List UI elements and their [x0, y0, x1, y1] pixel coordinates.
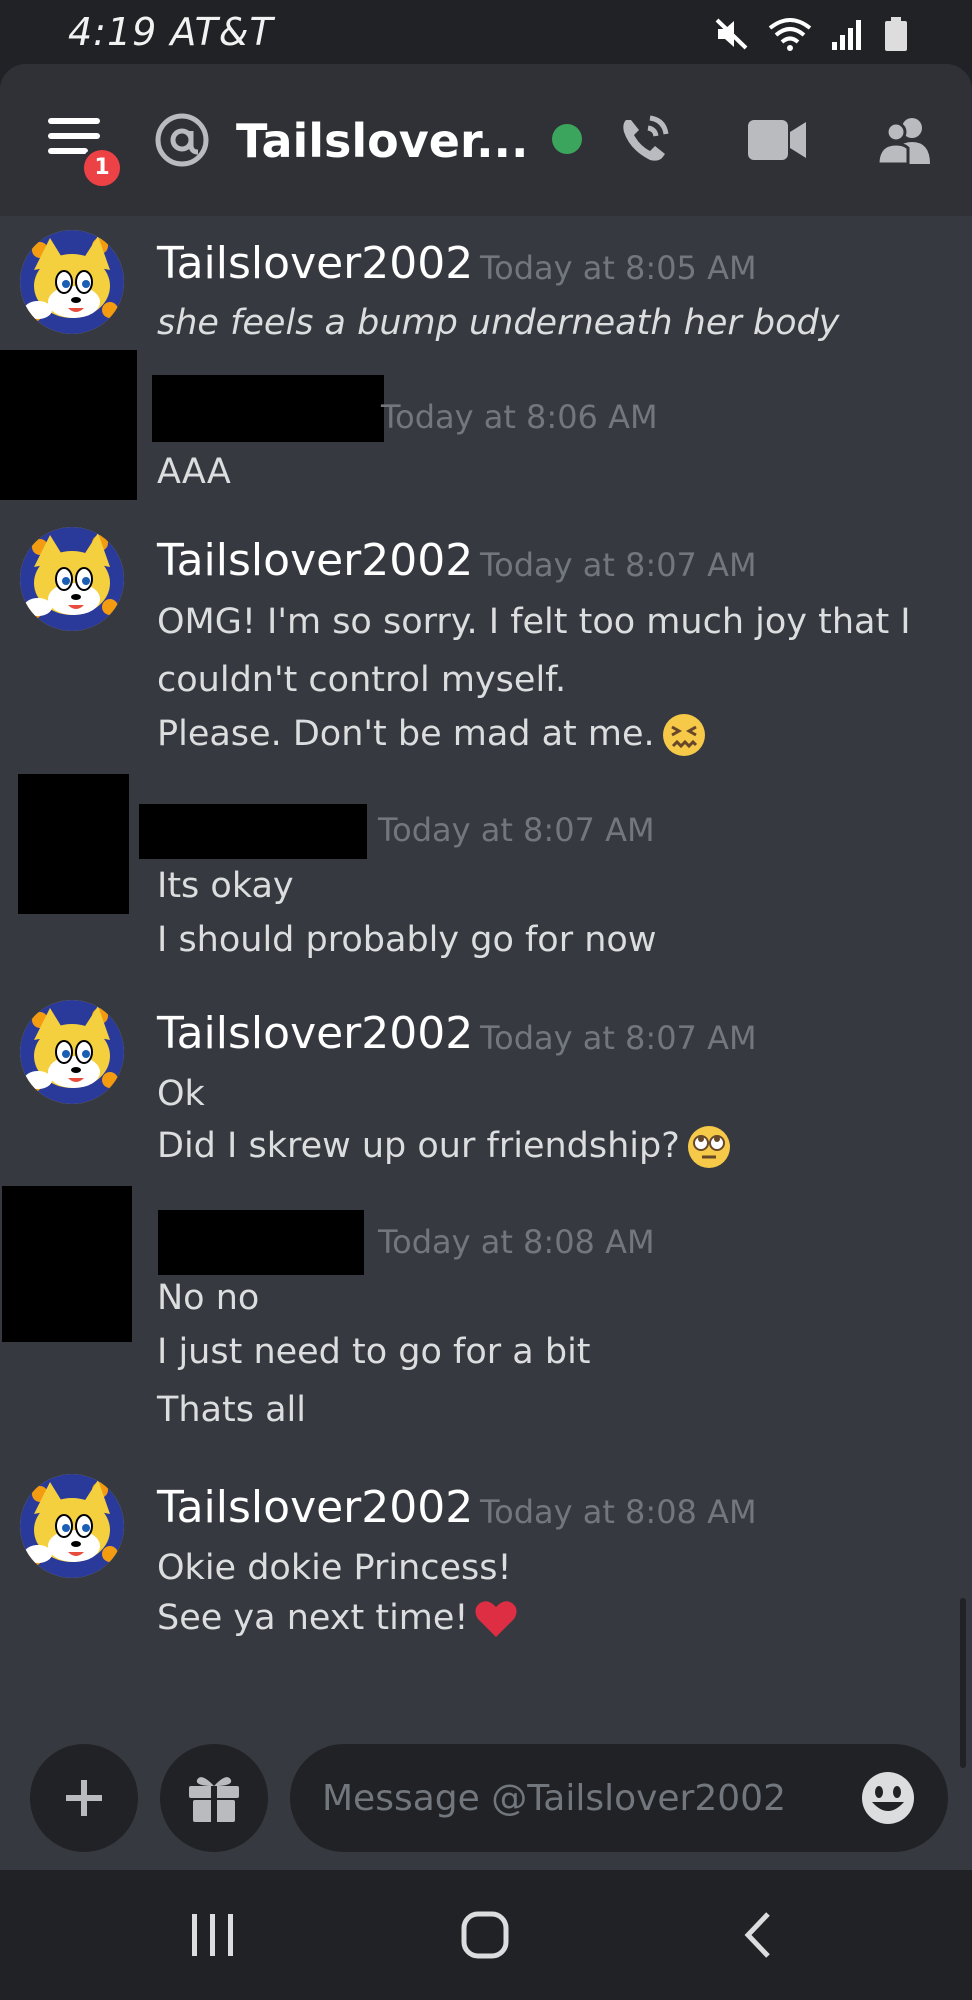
message-text: AAA — [157, 452, 231, 492]
message-text: Did I skrew up our friendship? — [157, 1124, 732, 1170]
phone-call-icon[interactable] — [618, 110, 674, 166]
rolling-eyes-emoji-icon — [687, 1126, 730, 1168]
redacted-avatar — [2, 1186, 132, 1342]
video-call-icon[interactable] — [748, 118, 808, 162]
message-timestamp: Today at 8:07 AM — [378, 811, 655, 849]
status-time: 4:19 AT&T — [68, 10, 274, 54]
dm-screen: 1 Tailslover... Tailslover2002 Today at … — [0, 64, 972, 1870]
message-author[interactable]: Tailslover2002 — [157, 238, 473, 289]
message-text: she feels a bump underneath her body — [157, 303, 840, 343]
mute-icon — [715, 18, 748, 50]
redacted-author — [139, 804, 367, 859]
message-author[interactable]: Tailslover2002 — [157, 1008, 473, 1059]
system-nav-bar — [0, 1870, 972, 2000]
fox-avatar-icon — [20, 527, 124, 631]
confounded-face-emoji-icon — [662, 714, 705, 756]
fox-avatar-icon — [20, 230, 124, 334]
gift-icon — [189, 1777, 239, 1822]
message-text: Its okay — [157, 866, 294, 906]
message-text: I should probably go for now — [157, 920, 657, 960]
avatar[interactable] — [20, 1000, 124, 1104]
redacted-avatar — [0, 350, 137, 500]
message-timestamp: Today at 8:07 AM — [480, 546, 757, 584]
channel-title[interactable]: Tailslover... — [236, 114, 529, 168]
avatar[interactable] — [20, 527, 124, 631]
notification-badge: 1 — [80, 146, 124, 190]
message-timestamp: Today at 8:07 AM — [480, 1019, 757, 1057]
red-heart-emoji-icon — [475, 1601, 518, 1637]
message-timestamp: Today at 8:08 AM — [480, 1493, 757, 1531]
message-timestamp: Today at 8:08 AM — [378, 1223, 655, 1261]
message-text: I just need to go for a bit — [157, 1332, 591, 1372]
message-timestamp: Today at 8:06 AM — [381, 398, 658, 436]
emoji-picker-icon[interactable] — [860, 1770, 916, 1826]
message-text-content: See ya next time! — [157, 1598, 469, 1638]
message-text: See ya next time! — [157, 1598, 518, 1639]
message-input[interactable]: Message @Tailslover2002 — [290, 1744, 948, 1852]
message-text: couldn't control myself. — [157, 660, 567, 700]
message-text-content: Did I skrew up our friendship? — [157, 1126, 680, 1166]
message-text: OMG! I'm so sorry. I felt too much joy t… — [157, 602, 911, 642]
fox-avatar-icon — [20, 1000, 124, 1104]
back-icon[interactable] — [734, 1910, 784, 1960]
message-text-content: Please. Don't be mad at me. — [157, 714, 655, 754]
redacted-avatar — [18, 774, 129, 914]
message-text: No no — [157, 1278, 260, 1318]
status-bar: 4:19 AT&T — [0, 0, 972, 64]
message-text: Thats all — [157, 1390, 306, 1430]
redacted-author — [158, 1210, 364, 1275]
recent-apps-icon[interactable] — [188, 1910, 238, 1960]
at-icon — [155, 113, 209, 167]
gift-button[interactable] — [160, 1744, 268, 1852]
message-author[interactable]: Tailslover2002 — [157, 1482, 473, 1533]
message-composer: Message @Tailslover2002 — [0, 1736, 972, 1870]
avatar[interactable] — [20, 1474, 124, 1578]
status-icons — [714, 14, 908, 54]
battery-icon — [885, 17, 907, 51]
members-icon[interactable] — [876, 116, 936, 166]
message-timestamp: Today at 8:05 AM — [480, 249, 757, 287]
fox-avatar-icon — [20, 1474, 124, 1578]
redacted-author — [152, 375, 384, 442]
message-text: Ok — [157, 1074, 205, 1114]
plus-icon — [66, 1780, 102, 1816]
wifi-icon — [768, 18, 812, 51]
message-input-placeholder: Message @Tailslover2002 — [322, 1778, 786, 1819]
channel-header: 1 Tailslover... — [0, 64, 972, 216]
message-text: Okie dokie Princess! — [157, 1548, 512, 1588]
online-status-dot — [552, 124, 582, 154]
avatar[interactable] — [20, 230, 124, 334]
message-author[interactable]: Tailslover2002 — [157, 535, 473, 586]
add-attachment-button[interactable] — [30, 1744, 138, 1852]
message-text: Please. Don't be mad at me. — [157, 712, 707, 758]
signal-icon — [832, 20, 861, 50]
home-icon[interactable] — [460, 1910, 510, 1960]
